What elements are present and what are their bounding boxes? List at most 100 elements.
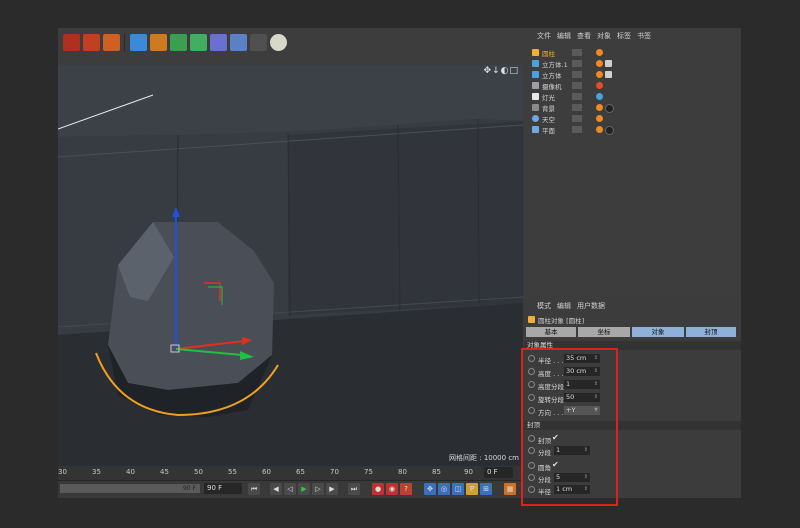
object-row-light[interactable]: 灯光 — [524, 91, 741, 102]
point-key-icon[interactable]: ⊞ — [480, 483, 492, 495]
object-name: 立方体.1 — [542, 61, 568, 69]
object-row-background[interactable]: 背景 — [524, 102, 741, 113]
keyframe-selection-icon[interactable]: ? — [400, 483, 412, 495]
timeline-tick: 35 — [92, 468, 101, 476]
menu-bookmarks[interactable]: 书签 — [637, 31, 651, 42]
material-tag-icon[interactable] — [605, 126, 614, 135]
protection-tag-icon[interactable] — [596, 82, 603, 89]
menu-user-data[interactable]: 用户数据 — [577, 301, 605, 312]
menu-object[interactable]: 对象 — [597, 31, 611, 42]
null-icon — [532, 71, 539, 78]
object-manager: 文件 编辑 查看 对象 标签 书签 圆柱 立方体.1 立方体 摄像机 灯光 背景… — [524, 28, 741, 296]
next-frame-icon[interactable]: ▷ — [312, 483, 324, 495]
visibility-flags[interactable] — [572, 126, 582, 133]
object-name: 圆柱 — [542, 50, 555, 58]
visibility-flags[interactable] — [572, 93, 582, 100]
visibility-flags[interactable] — [572, 115, 582, 122]
tag-icon[interactable] — [596, 60, 603, 67]
render-picture-viewer-icon[interactable] — [83, 34, 100, 51]
tab-object[interactable]: 对象 — [632, 327, 684, 337]
prev-frame-icon[interactable]: ◁ — [284, 483, 296, 495]
end-frame-field[interactable]: 90 F — [204, 483, 242, 494]
timeline-tick: 60 — [262, 468, 271, 476]
visibility-flags[interactable] — [572, 60, 582, 67]
film-icon[interactable]: ▦ — [504, 483, 516, 495]
play-icon[interactable]: ▶ — [298, 483, 310, 495]
menu-mode[interactable]: 模式 — [537, 301, 551, 312]
tab-caps[interactable]: 封顶 — [686, 327, 736, 337]
timeline-tick: 75 — [364, 468, 373, 476]
scale-key-icon[interactable]: ◫ — [452, 483, 464, 495]
timeline-tick: 80 — [398, 468, 407, 476]
prev-key-icon[interactable]: ◀ — [270, 483, 282, 495]
menu-edit[interactable]: 编辑 — [557, 301, 571, 312]
timeline-tick: 40 — [126, 468, 135, 476]
visibility-flags[interactable] — [572, 104, 582, 111]
object-name: 背景 — [542, 105, 555, 113]
tag-icon[interactable] — [596, 104, 603, 111]
camera-object-icon — [532, 82, 539, 89]
subdivision-surface-icon[interactable] — [170, 34, 187, 51]
toolbar-separator — [124, 34, 125, 52]
timeline-ruler[interactable]: 30 35 40 45 50 55 60 65 70 75 80 85 90 0… — [58, 466, 523, 481]
texture-tag-icon[interactable] — [605, 60, 612, 67]
param-key-icon[interactable]: P — [466, 483, 478, 495]
frame-range-slider[interactable]: 90 F — [60, 484, 200, 493]
viewport-nav-icons[interactable]: ✥↓◐□ — [484, 66, 519, 76]
cube-primitive-icon[interactable] — [130, 34, 147, 51]
object-row-plane[interactable]: 平面 — [524, 124, 741, 135]
tag-icon[interactable] — [596, 115, 603, 122]
next-key-icon[interactable]: ▶ — [326, 483, 338, 495]
object-row-sky[interactable]: 天空 — [524, 113, 741, 124]
object-row-cube-1[interactable]: 立方体.1 — [524, 58, 741, 69]
tab-basic[interactable]: 基本 — [526, 327, 576, 337]
record-icon[interactable]: ● — [372, 483, 384, 495]
render-view-icon[interactable] — [63, 34, 80, 51]
timeline-tick: 90 — [464, 468, 473, 476]
object-name: 平面 — [542, 127, 555, 135]
object-row-cube[interactable]: 立方体 — [524, 69, 741, 80]
grid-spacing-label: 网格间距 : 10000 cm — [449, 454, 519, 462]
tag-icon[interactable] — [596, 71, 603, 78]
object-name: 立方体 — [542, 72, 562, 80]
array-icon[interactable] — [190, 34, 207, 51]
light-icon[interactable] — [270, 34, 287, 51]
object-row-camera[interactable]: 摄像机 — [524, 80, 741, 91]
rotate-key-icon[interactable]: ◎ — [438, 483, 450, 495]
texture-tag-icon[interactable] — [605, 71, 612, 78]
menu-edit[interactable]: 编辑 — [557, 31, 571, 42]
viewport-scene — [58, 65, 523, 466]
render-settings-icon[interactable] — [103, 34, 120, 51]
material-tag-icon[interactable] — [605, 104, 614, 113]
menu-file[interactable]: 文件 — [537, 31, 551, 42]
object-row-cylinder[interactable]: 圆柱 — [524, 47, 741, 58]
menu-view[interactable]: 查看 — [577, 31, 591, 42]
timeline-panel: 30 35 40 45 50 55 60 65 70 75 80 85 90 0… — [58, 466, 523, 498]
cylinder-icon — [528, 316, 535, 323]
object-name: 摄像机 — [542, 83, 562, 91]
autokey-icon[interactable]: ◉ — [386, 483, 398, 495]
timeline-tick: 45 — [160, 468, 169, 476]
tab-coord[interactable]: 坐标 — [578, 327, 630, 337]
camera-icon[interactable] — [250, 34, 267, 51]
visibility-flags[interactable] — [572, 49, 582, 56]
timeline-tick: 30 — [58, 468, 67, 476]
go-to-start-icon[interactable]: ⏮ — [248, 483, 260, 495]
floor-icon[interactable] — [230, 34, 247, 51]
cinema4d-window: ✥↓◐□ 网格间距 : 10000 cm 30 35 40 45 50 55 6… — [58, 28, 741, 498]
spline-pen-icon[interactable] — [150, 34, 167, 51]
menu-tags[interactable]: 标签 — [617, 31, 631, 42]
current-frame-field[interactable]: 0 F — [484, 467, 513, 478]
background-object-icon — [532, 104, 539, 111]
object-title: 圆柱对象 [圆柱] — [538, 317, 585, 325]
tag-icon[interactable] — [596, 126, 603, 133]
3d-viewport[interactable]: ✥↓◐□ 网格间距 : 10000 cm — [58, 65, 523, 466]
target-tag-icon[interactable] — [596, 93, 603, 100]
object-name: 灯光 — [542, 94, 555, 102]
tag-icon[interactable] — [596, 49, 603, 56]
deformer-icon[interactable] — [210, 34, 227, 51]
visibility-flags[interactable] — [572, 71, 582, 78]
visibility-flags[interactable] — [572, 82, 582, 89]
move-key-icon[interactable]: ✥ — [424, 483, 436, 495]
go-to-end-icon[interactable]: ⏭ — [348, 483, 360, 495]
